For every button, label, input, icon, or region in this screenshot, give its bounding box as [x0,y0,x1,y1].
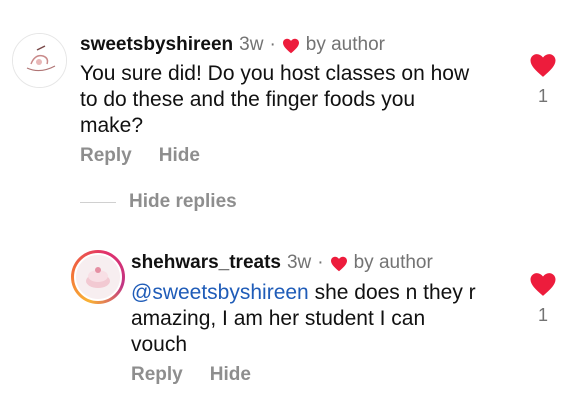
reply-username[interactable]: shehwars_treats [131,252,281,274]
comment-actions: Reply Hide [80,145,200,167]
comment-text-line: You sure did! Do you host classes on how [80,62,470,85]
reply-text: @sweetsbyshireen she does n they r amazi… [131,280,476,358]
like-column: 1 [528,53,558,107]
reply-button[interactable]: Reply [80,145,132,167]
author-heart-icon [282,38,299,54]
hide-button[interactable]: Hide [159,145,200,167]
like-column: 1 [528,272,558,326]
like-heart-icon[interactable] [529,272,557,297]
hide-replies-label[interactable]: Hide replies [129,191,237,213]
reply-text-line: @sweetsbyshireen she does n they r [131,280,476,306]
comment-username[interactable]: sweetsbyshireen [80,34,233,56]
story-ring[interactable] [71,250,125,304]
comment-text: You sure did! Do you host classes on how… [80,61,469,139]
hide-replies-toggle[interactable]: Hide replies [80,191,237,213]
avatar[interactable] [74,253,122,301]
reply-header: shehwars_treats 3w · by author [131,252,433,274]
like-count: 1 [537,305,548,325]
reply-text-line: amazing, I am her student I can [131,307,426,330]
avatar-cake-icon [76,255,120,299]
reply-button[interactable]: Reply [131,364,183,386]
hide-button[interactable]: Hide [210,364,251,386]
reply-text-line: vouch [131,333,188,356]
comment-header: sweetsbyshireen 3w · by author [80,34,385,56]
reply-actions: Reply Hide [131,364,251,386]
avatar-logo-icon [13,34,66,87]
separator-dot: · [317,252,324,273]
reply-age: 3w [286,252,312,273]
like-heart-icon[interactable] [529,53,557,78]
divider-line [80,201,116,203]
comment-age: 3w [239,34,264,55]
avatar[interactable] [12,33,67,88]
comment-text-line: make? [80,114,144,137]
reply-text-fragment: she does n they r [308,281,476,304]
author-heart-icon [330,256,347,272]
comment-text-line: to do these and the finger foods you [80,88,416,111]
like-count: 1 [537,86,548,106]
separator-dot: · [269,34,276,55]
mention-link[interactable]: @sweetsbyshireen [131,281,309,304]
author-badge: by author [353,252,433,273]
author-badge: by author [305,34,385,55]
